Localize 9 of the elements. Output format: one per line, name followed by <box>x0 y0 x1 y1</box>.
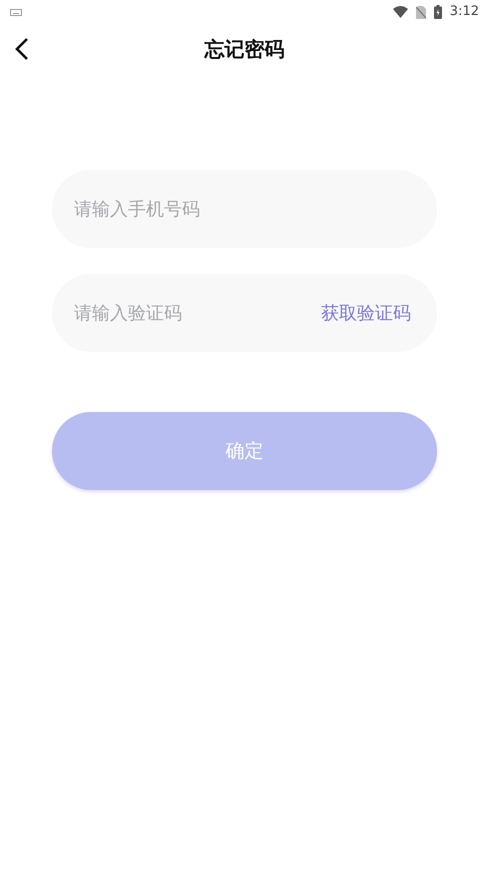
code-field[interactable]: 请输入验证码 获取验证码 <box>52 274 437 352</box>
code-input-field[interactable]: 请输入验证码 <box>72 274 321 352</box>
keyboard-icon <box>10 8 22 16</box>
battery-icon <box>434 5 442 19</box>
clock-time: 3:12 <box>450 3 479 22</box>
no-sim-icon <box>416 6 426 18</box>
page-title: 忘记密码 <box>204 36 284 63</box>
wifi-icon <box>392 6 408 18</box>
get-code-link[interactable]: 获取验证码 <box>321 300 411 326</box>
